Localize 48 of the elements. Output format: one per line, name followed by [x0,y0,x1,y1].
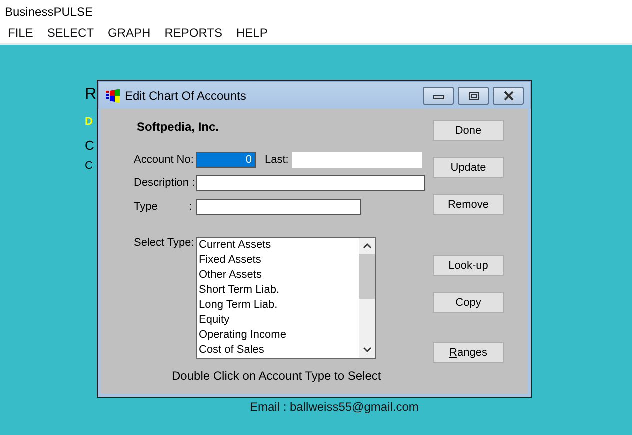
list-item[interactable]: Other Assets [199,268,359,283]
email-text: Email : ballweiss55@gmail.com [250,400,419,414]
label-text: R [85,87,97,105]
maximize-button[interactable] [458,86,489,104]
last-field[interactable] [292,152,422,168]
account-type-list[interactable]: Current Assets Fixed Assets Other Assets Short Term Liab. Long Term Liab. Equity Operating Income Cost of Sales [196,237,376,359]
scrollbar-thumb[interactable] [359,254,375,299]
menu-item[interactable]: HELP [232,22,273,43]
scrollbar[interactable] [359,238,375,358]
field-label: Last: [265,154,289,166]
label-text: D [85,117,94,130]
field-label: : [189,201,194,213]
account-number-field[interactable]: 0 [196,152,256,168]
dialog-button[interactable]: Done [433,120,504,141]
dialog-button[interactable]: Update [433,157,504,178]
menu-item[interactable]: REPORTS [160,22,228,43]
label-text: C [85,161,94,172]
close-button[interactable] [493,86,524,104]
menu-item[interactable]: SELECT [42,22,100,43]
list-item[interactable]: Cost of Sales [199,343,359,358]
menu-item[interactable]: GRAPH [103,22,156,43]
maximize-icon [468,90,480,100]
type-field[interactable] [196,199,361,215]
list-item[interactable]: Operating Income [199,328,359,343]
menu-item[interactable]: FILE [3,22,38,43]
description-field[interactable] [196,175,425,191]
list-item[interactable]: Current Assets [199,238,359,253]
field-label: Type [134,201,159,213]
dialog-button[interactable]: Remove [433,194,504,215]
company-name: Softpedia, Inc. [137,120,220,134]
list-item[interactable]: Fixed Assets [199,253,359,268]
label-text: C [85,139,96,155]
field-label: Description : [134,177,196,189]
list-item[interactable]: Equity [199,313,359,328]
scroll-down-icon[interactable] [362,347,372,353]
dialog-button[interactable]: Copy [433,292,504,313]
minimize-button[interactable] [423,86,454,104]
list-item[interactable]: Long Term Liab. [199,298,359,313]
scroll-up-icon[interactable] [362,243,372,249]
dialog-button[interactable]: Look-up [433,255,504,276]
windows-logo-icon [105,88,121,104]
field-label: Select Type: [134,237,196,249]
list-item[interactable]: Short Term Liab. [199,283,359,298]
dialog-button[interactable]: Ranges [433,342,504,363]
dialog-title: Edit Chart Of Accounts [125,88,248,102]
hint-text: Double Click on Account Type to Select [172,369,382,383]
close-icon [502,90,514,100]
field-label: Account No: [134,154,195,166]
